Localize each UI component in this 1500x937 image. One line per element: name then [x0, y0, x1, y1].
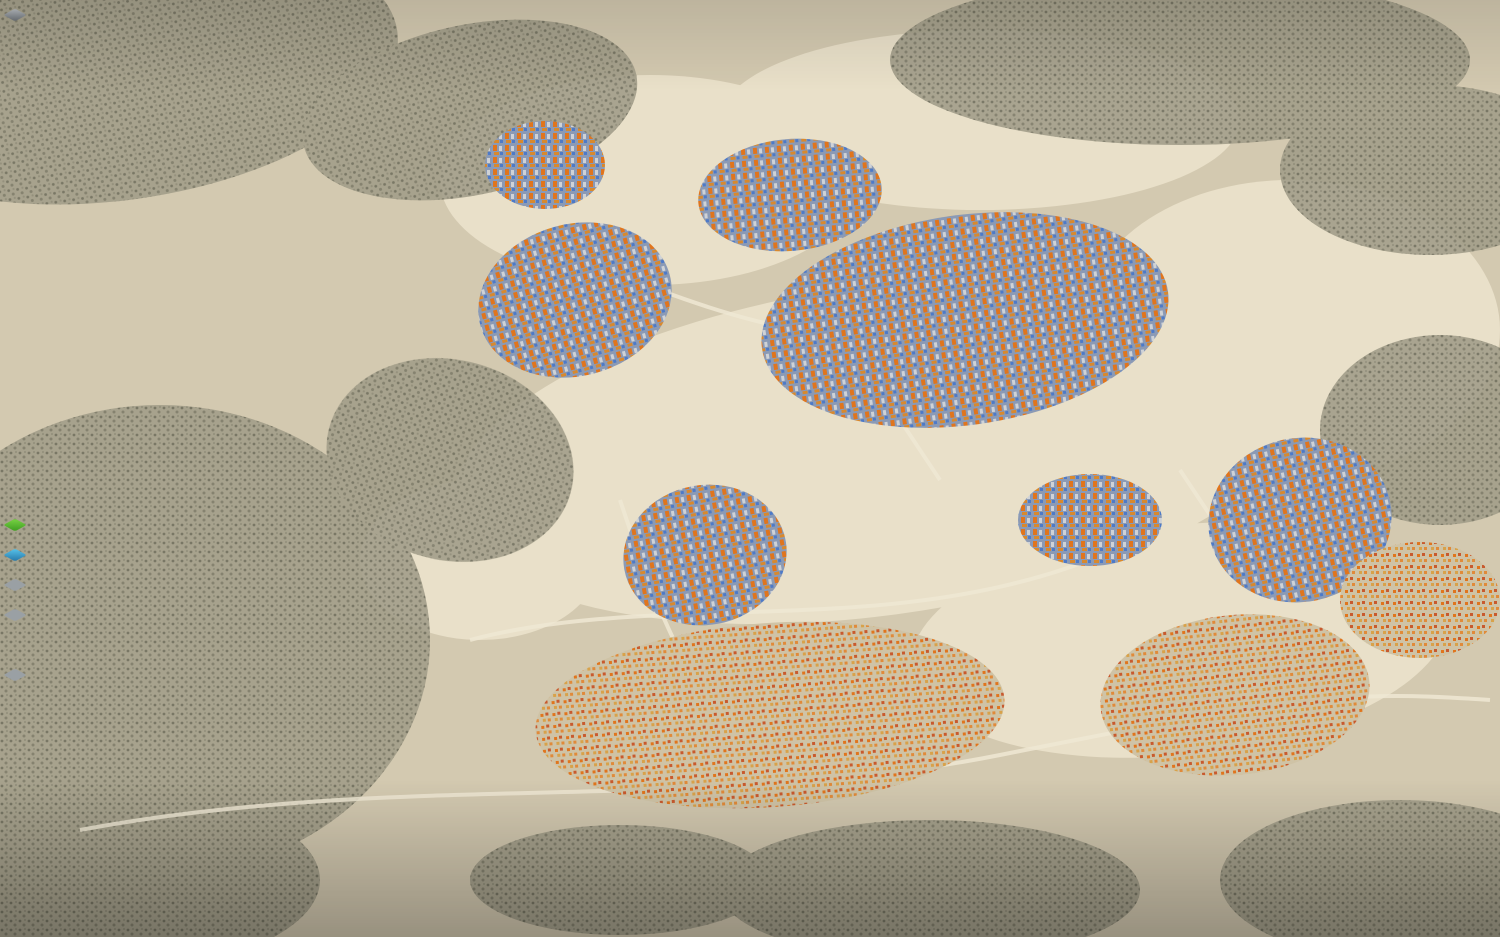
headphones-icon — [3, 933, 28, 937]
roads-icon — [3, 3, 28, 28]
electronics-icon — [3, 33, 28, 58]
office-zone-icon — [3, 603, 28, 628]
mail-icon — [3, 363, 28, 388]
fire-helmet-icon — [3, 183, 28, 208]
route-arrow-icon — [3, 483, 28, 508]
recycle-icon — [3, 153, 28, 178]
container-icon — [3, 453, 28, 478]
tools-icon — [3, 213, 28, 238]
commercial-zone-icon — [3, 543, 28, 568]
plant-icon — [3, 723, 28, 748]
industrial-zone-icon — [3, 573, 28, 598]
city-map[interactable] — [0, 0, 1500, 937]
graduation-cap-icon — [3, 303, 28, 328]
water-drop-icon — [3, 93, 28, 118]
government-building-icon — [3, 273, 28, 298]
healthcare-icon — [3, 123, 28, 148]
game-viewport: POPULATION POPULATION95,628 Birth Rate0 … — [0, 0, 1500, 937]
landmark-building-icon — [3, 843, 28, 868]
house-coin-icon — [3, 633, 28, 658]
tourism-map-icon — [3, 663, 28, 688]
smiley-icon — [3, 783, 28, 808]
electricity-icon — [3, 63, 28, 88]
population-buildings-icon — [3, 753, 28, 778]
bus-icon — [3, 333, 28, 358]
hill-icon — [3, 873, 28, 898]
police-shield-icon — [3, 243, 28, 268]
soil-icon — [3, 903, 28, 928]
trend-line-icon — [3, 693, 28, 718]
money-bill-icon — [3, 813, 28, 838]
tree-icon — [3, 423, 28, 448]
residential-zone-icon — [3, 513, 28, 538]
chat-bubble-icon — [3, 393, 28, 418]
